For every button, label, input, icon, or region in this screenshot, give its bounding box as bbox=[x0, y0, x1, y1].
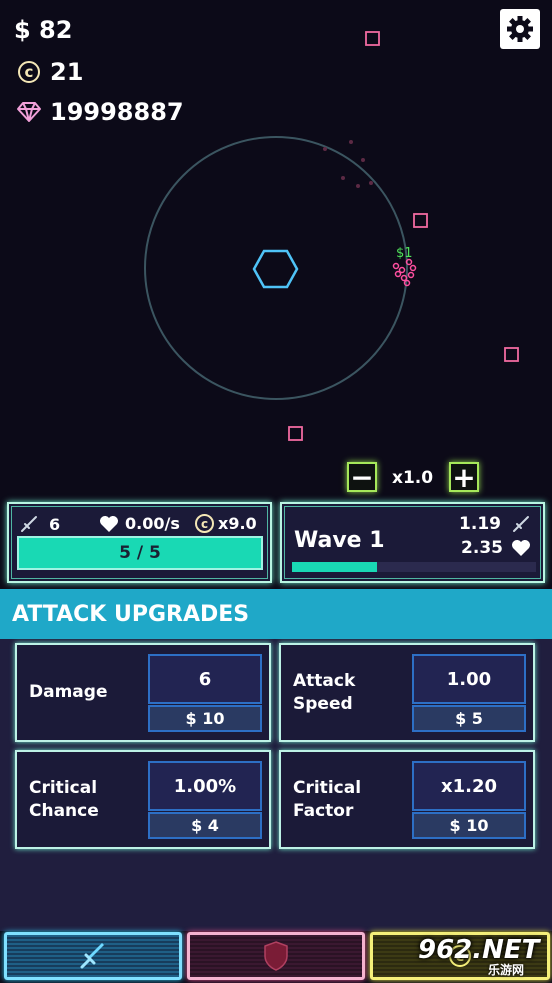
wave-progress-fill bbox=[292, 562, 378, 572]
upgrade-damage-card: Damage 6 $ 10 bbox=[15, 643, 271, 742]
upgrade-label: Critical Chance bbox=[29, 777, 99, 821]
damage-stat: 6 bbox=[19, 514, 60, 534]
wave-progress-bar bbox=[292, 562, 536, 572]
upgrade-critical-factor-buy-button[interactable]: $ 10 bbox=[412, 812, 526, 839]
upgrade-value: 6 bbox=[148, 654, 262, 704]
speed-decrease-button[interactable]: − bbox=[347, 462, 377, 492]
speed-value: x1.0 bbox=[392, 468, 434, 488]
game-field[interactable] bbox=[0, 0, 552, 460]
upgrade-value: 1.00 bbox=[412, 654, 526, 704]
sword-icon bbox=[21, 516, 37, 532]
upgrade-label: Attack Speed bbox=[293, 670, 356, 714]
tab-defense[interactable] bbox=[187, 932, 365, 980]
wave-panel: Wave 1 1.19 2.35 bbox=[280, 502, 545, 583]
section-title: ATTACK UPGRADES bbox=[0, 589, 552, 639]
coin-multiplier-stat: c x9.0 bbox=[195, 514, 257, 533]
reward-popup: $1 bbox=[396, 246, 413, 261]
upgrade-value: 1.00% bbox=[148, 761, 262, 811]
upgrade-damage-buy-button[interactable]: $ 10 bbox=[148, 705, 262, 732]
tower-health-text: 5 / 5 bbox=[119, 543, 161, 563]
heart-icon bbox=[100, 515, 118, 532]
upgrade-label: Critical Factor bbox=[293, 777, 362, 821]
tab-attack[interactable] bbox=[4, 932, 182, 980]
upgrade-value: x1.20 bbox=[412, 761, 526, 811]
upgrade-critical-factor-card: Critical Factor x1.20 $ 10 bbox=[279, 750, 535, 849]
coin-icon: c bbox=[195, 514, 214, 533]
tower-stats-panel: 6 0.00/s c x9.0 5 / 5 bbox=[7, 502, 272, 583]
wave-title: Wave 1 bbox=[294, 528, 385, 553]
tower-hexagon bbox=[252, 249, 299, 289]
shield-icon bbox=[264, 941, 288, 971]
hit-particles bbox=[392, 258, 417, 287]
upgrade-label: Damage bbox=[29, 682, 108, 702]
upgrade-attack-speed-buy-button[interactable]: $ 5 bbox=[412, 705, 526, 732]
upgrade-attack-speed-card: Attack Speed 1.00 $ 5 bbox=[279, 643, 535, 742]
regen-stat: 0.00/s bbox=[99, 514, 180, 533]
watermark-subtitle: 乐游网 bbox=[488, 963, 525, 977]
upgrade-critical-chance-buy-button[interactable]: $ 4 bbox=[148, 812, 262, 839]
sword-icon bbox=[80, 943, 104, 969]
enemy-health-stat: 2.35 bbox=[461, 538, 531, 558]
speed-increase-button[interactable]: + bbox=[449, 462, 479, 492]
enemy-damage-stat: 1.19 bbox=[459, 514, 531, 534]
tower-health-bar: 5 / 5 bbox=[17, 536, 263, 570]
upgrade-critical-chance-card: Critical Chance 1.00% $ 4 bbox=[15, 750, 271, 849]
enemy-trail bbox=[323, 140, 373, 188]
tower-range-circle bbox=[144, 136, 408, 400]
heart-icon bbox=[512, 540, 530, 556]
sword-icon bbox=[513, 516, 529, 532]
